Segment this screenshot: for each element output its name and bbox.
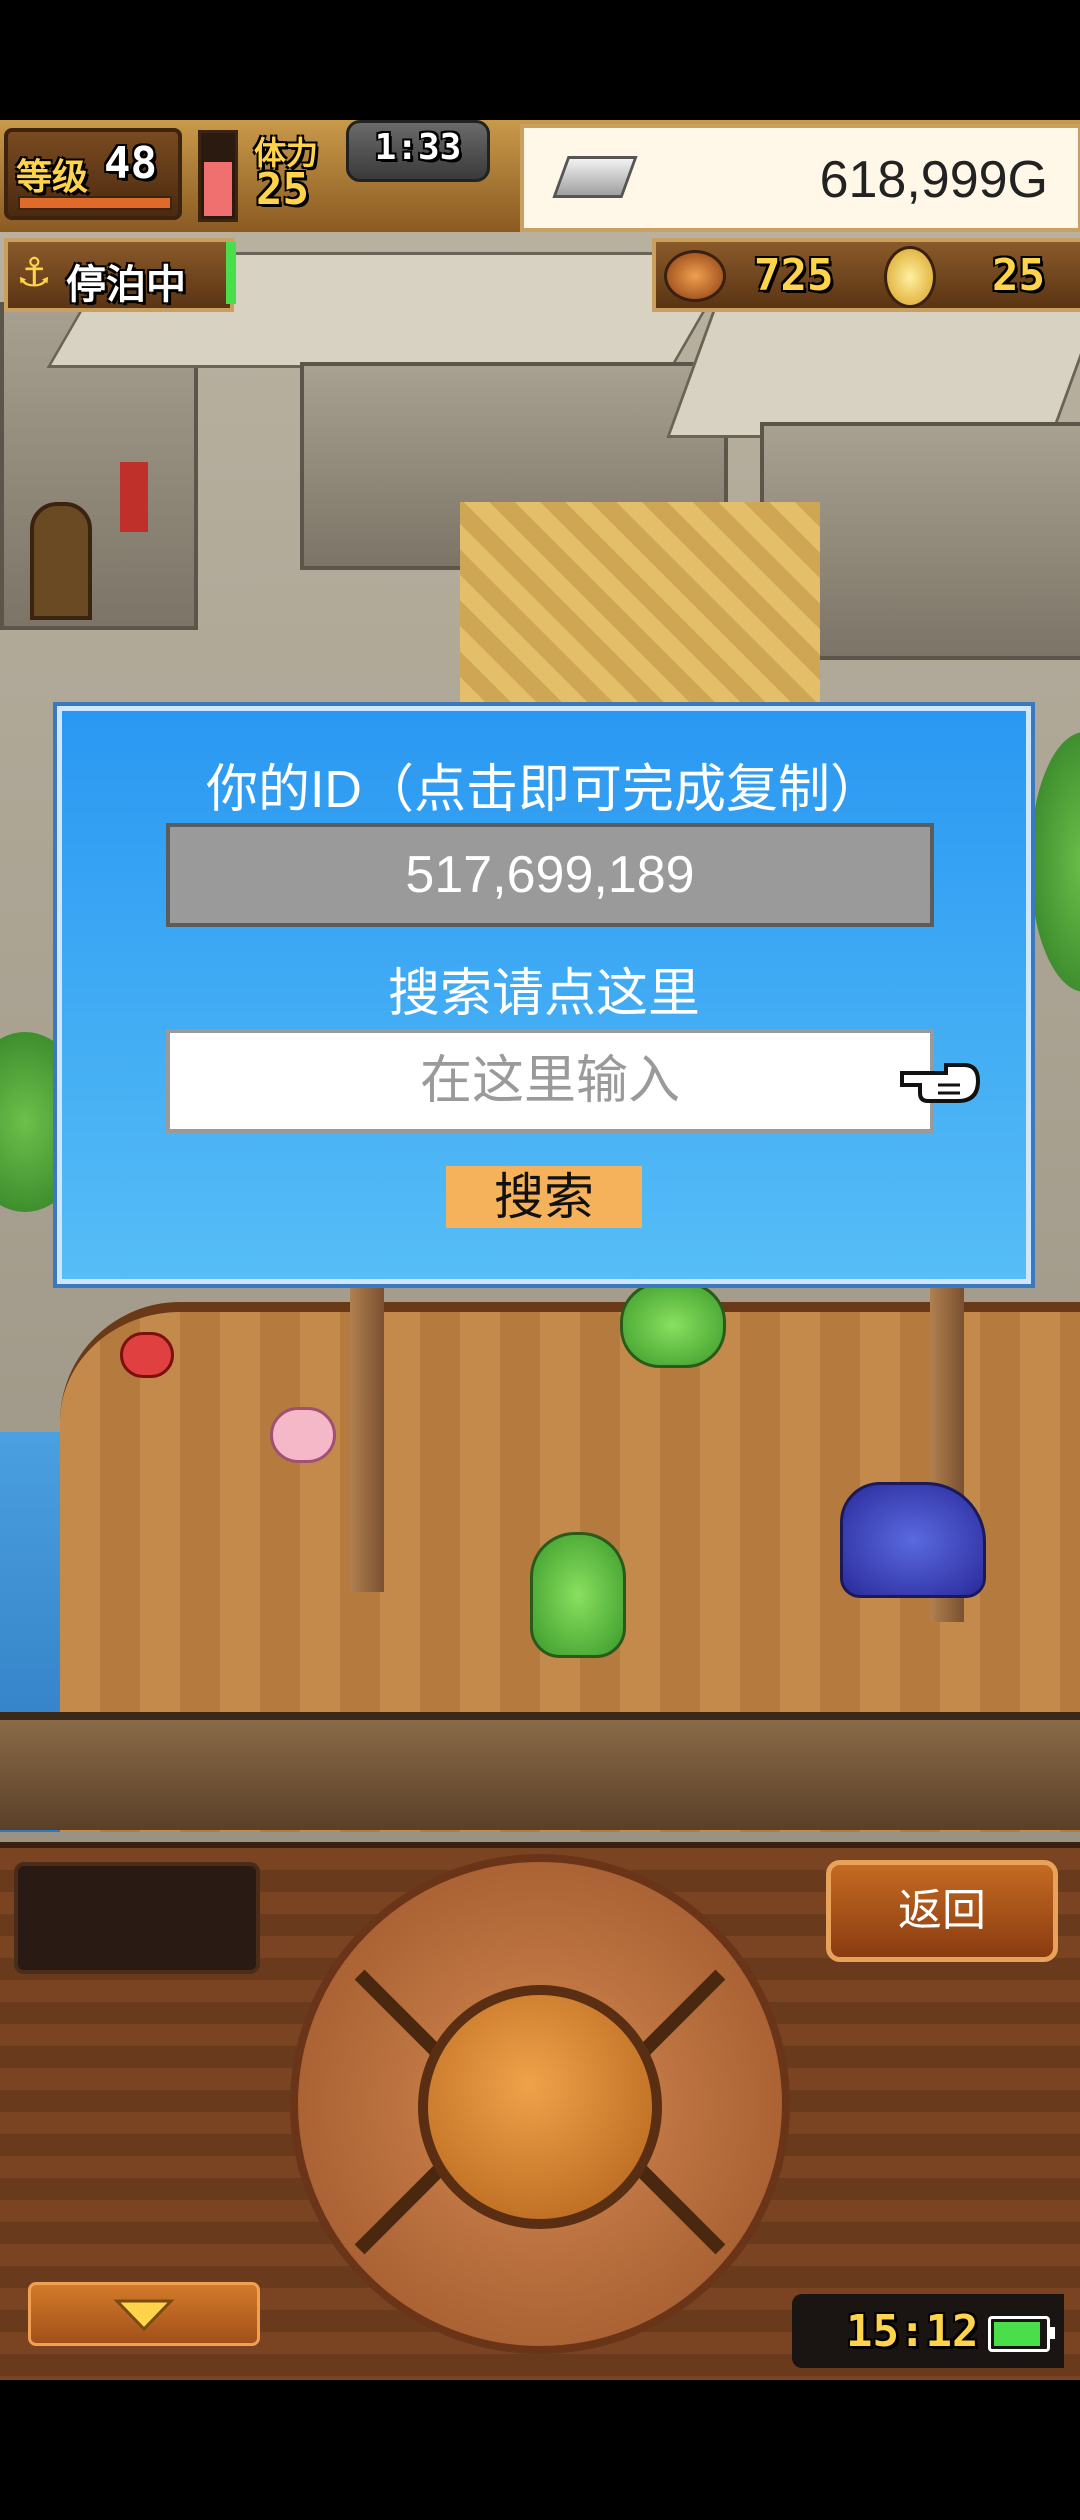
timer-text: 1:33 — [374, 127, 462, 168]
battery-tip — [1050, 2327, 1055, 2339]
dialog-title: 你的ID（点击即可完成复制） — [205, 761, 882, 819]
back-button[interactable]: 返回 — [826, 1860, 1058, 1962]
food-count: 725 — [754, 250, 834, 301]
navigation-bar-bottom — [0, 2380, 1080, 2520]
stamina-value: 25 — [256, 164, 309, 215]
dock-status-text: 停泊中 — [66, 262, 186, 308]
clock-text: 15:12 — [846, 2306, 979, 2357]
level-value: 48 — [104, 138, 157, 189]
level-panel: 等级 48 — [4, 128, 182, 220]
gold-panel: 618,999G — [520, 124, 1080, 232]
resource-panel: 725 25 — [652, 238, 1080, 312]
timer-panel: 1:33 — [346, 120, 490, 182]
stamina-gauge — [198, 130, 238, 222]
anchor-icon: ⚓ — [16, 250, 52, 296]
frog-character — [620, 1282, 726, 1368]
sand-courtyard — [460, 502, 820, 702]
level-label: 等级 — [16, 157, 89, 198]
player-id-dialog: 你的ID（点击即可完成复制） 517,699,189 搜索请点这里 搜索 — [57, 706, 1031, 1284]
confirm-button[interactable] — [418, 1985, 662, 2229]
stamina-gauge-fill — [204, 162, 232, 216]
status-bar-top — [0, 0, 1080, 120]
ship-mast — [350, 1262, 384, 1592]
dock-status-panel: ⚓ 停泊中 — [4, 238, 234, 312]
exp-bar — [18, 196, 172, 210]
game-hud: 等级 48 体力 25 1:33 618,999G — [0, 120, 1080, 236]
dock-status-indicator — [226, 242, 236, 304]
clock-panel: 15:12 — [792, 2294, 1064, 2368]
search-input[interactable] — [166, 1029, 934, 1133]
gold-amount: 618,999G — [819, 151, 1048, 209]
frog-character — [530, 1532, 626, 1658]
pointing-hand-icon — [900, 1063, 981, 1103]
wall-banner — [120, 462, 148, 532]
medal-count: 25 — [992, 250, 1045, 301]
player-id-copy-field[interactable]: 517,699,189 — [166, 823, 934, 927]
chevron-down-icon — [113, 2299, 175, 2332]
battery-icon — [988, 2316, 1055, 2352]
medal-icon — [884, 246, 936, 308]
red-crab-character — [120, 1332, 174, 1378]
hooded-mage-character — [840, 1482, 986, 1598]
tree — [1030, 732, 1080, 992]
silver-ingot-icon — [552, 156, 638, 198]
battery-level — [994, 2322, 1040, 2346]
castle-gate — [30, 502, 92, 620]
mini-screen — [14, 1862, 260, 1974]
search-label: 搜索请点这里 — [387, 965, 700, 1023]
pink-crab-character — [270, 1407, 336, 1463]
search-button[interactable]: 搜索 — [446, 1166, 642, 1228]
food-icon — [664, 250, 726, 302]
ship-hull — [0, 1712, 1080, 1830]
menu-toggle-button[interactable] — [28, 2282, 260, 2346]
